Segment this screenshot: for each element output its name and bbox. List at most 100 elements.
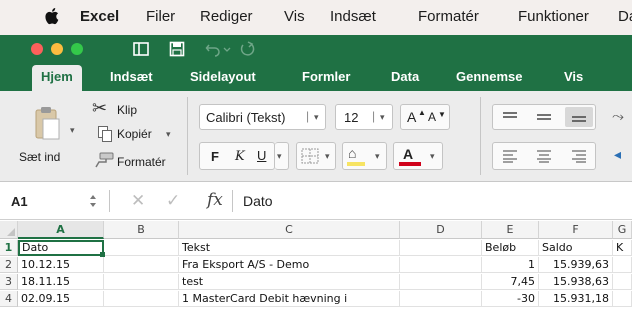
column-header-b[interactable]: B [104,221,179,239]
menu-funktioner[interactable]: Funktioner [518,8,589,25]
underline-dropdown[interactable]: ▾ [275,142,289,170]
row-header-3[interactable]: 3 [0,274,18,290]
align-bottom-icon[interactable] [571,110,587,124]
column-header-g[interactable]: G [613,221,632,239]
paste-dropdown-icon[interactable]: ▾ [70,125,75,136]
font-color-button[interactable]: A ▾ [393,142,443,170]
cell-f4[interactable]: 15.931,18 [539,291,613,307]
column-header-a[interactable]: A [18,221,104,239]
cell-b4[interactable] [104,291,179,307]
format-painter-icon[interactable] [93,151,115,169]
cell-g2[interactable] [613,257,632,273]
cell-f3[interactable]: 15.938,63 [539,274,613,290]
font-size-select[interactable]: 12 | ▾ [335,104,393,130]
cell-d4[interactable] [400,291,482,307]
cell-g4[interactable] [613,291,632,307]
cell-d1[interactable] [400,240,482,256]
copy-button-label[interactable]: Kopiér [117,127,152,141]
column-header-f[interactable]: F [539,221,613,239]
scissors-icon[interactable]: ✂ [92,99,107,117]
confirm-entry-icon[interactable]: ✓ [166,191,180,211]
tab-gennemse[interactable]: Gennemse [456,69,522,84]
cell-a4[interactable]: 02.09.15 [18,291,104,307]
sidebar-toggle-icon[interactable] [132,40,150,58]
align-right-icon[interactable] [571,149,587,163]
copy-icon[interactable] [97,125,113,143]
menu-filer[interactable]: Filer [146,8,175,25]
paste-button-label[interactable]: Sæt ind [19,150,60,164]
cell-e2[interactable]: 1 [482,257,539,273]
menu-indsaet[interactable]: Indsæt [330,8,376,25]
tab-hjem[interactable]: Hjem [32,65,82,91]
redo-icon[interactable] [238,40,256,58]
close-window-button[interactable] [31,43,43,55]
column-header-e[interactable]: E [482,221,539,239]
orientation-icon[interactable]: ⤳ [612,108,624,125]
tab-data[interactable]: Data [391,69,419,84]
column-header-c[interactable]: C [179,221,400,239]
menu-app-excel[interactable]: Excel [80,8,119,25]
cell-c2[interactable]: Fra Eksport A/S - Demo [179,257,400,273]
fill-color-button[interactable]: ⌂ ▾ [342,142,387,170]
cell-d3[interactable] [400,274,482,290]
italic-button[interactable]: K [235,149,245,164]
cell-c3[interactable]: test [179,274,400,290]
borders-button[interactable]: ▾ [296,142,336,170]
cancel-entry-icon[interactable]: ✕ [131,191,145,211]
align-left-icon[interactable] [502,149,518,163]
grow-font-button[interactable]: A [407,109,416,125]
menu-vis[interactable]: Vis [284,8,305,25]
menu-data-truncated[interactable]: Da [618,8,632,25]
paste-icon[interactable] [30,104,64,142]
row-header-2[interactable]: 2 [0,257,18,273]
cell-g1[interactable]: K [613,240,632,256]
indent-icon[interactable]: ◂ [614,146,621,163]
align-center-icon[interactable] [536,149,552,163]
menu-formater[interactable]: Formatér [418,8,479,25]
bold-button[interactable]: F [211,149,219,164]
cell-b2[interactable] [104,257,179,273]
cell-a3[interactable]: 18.11.15 [18,274,104,290]
undo-icon[interactable] [204,40,222,58]
tab-sidelayout[interactable]: Sidelayout [190,69,256,84]
column-header-d[interactable]: D [400,221,482,239]
name-box[interactable]: A1 [11,194,28,209]
minimize-window-button[interactable] [51,43,63,55]
cell-e3[interactable]: 7,45 [482,274,539,290]
align-top-icon[interactable] [502,110,518,124]
apple-logo-icon[interactable] [45,7,59,25]
cell-c1[interactable]: Tekst [179,240,400,256]
cell-c4[interactable]: 1 MasterCard Debit hævning i [179,291,400,307]
insert-function-icon[interactable]: fx [207,190,223,210]
tab-indsaet[interactable]: Indsæt [110,69,153,84]
select-all-corner[interactable] [0,221,18,239]
undo-dropdown-icon[interactable] [222,40,232,58]
align-middle-icon[interactable] [536,110,552,124]
cell-d2[interactable] [400,257,482,273]
tab-formler[interactable]: Formler [302,69,350,84]
formula-input[interactable]: Dato [243,193,273,209]
save-icon[interactable] [168,40,186,58]
cut-button-label[interactable]: Klip [117,103,137,117]
spreadsheet-grid: A B C D E F G 1 Dato Tekst Beløb Saldo K… [0,221,632,321]
copy-dropdown-icon[interactable]: ▾ [166,129,171,140]
format-painter-label[interactable]: Formatér [117,155,166,169]
name-box-stepper-icon[interactable] [89,193,97,209]
cell-b3[interactable] [104,274,179,290]
row-header-1[interactable]: 1 [0,240,18,256]
font-name-select[interactable]: Calibri (Tekst) | ▾ [199,104,326,130]
cell-a1[interactable]: Dato [18,240,104,256]
cell-a2[interactable]: 10.12.15 [18,257,104,273]
cell-e4[interactable]: -30 [482,291,539,307]
row-header-4[interactable]: 4 [0,291,18,307]
cell-f1[interactable]: Saldo [539,240,613,256]
zoom-window-button[interactable] [71,43,83,55]
shrink-font-button[interactable]: A [428,110,436,124]
cell-b1[interactable] [104,240,179,256]
cell-e1[interactable]: Beløb [482,240,539,256]
cell-f2[interactable]: 15.939,63 [539,257,613,273]
tab-vis[interactable]: Vis [564,69,583,84]
underline-button[interactable]: U [257,148,266,163]
cell-g3[interactable] [613,274,632,290]
menu-rediger[interactable]: Rediger [200,8,253,25]
